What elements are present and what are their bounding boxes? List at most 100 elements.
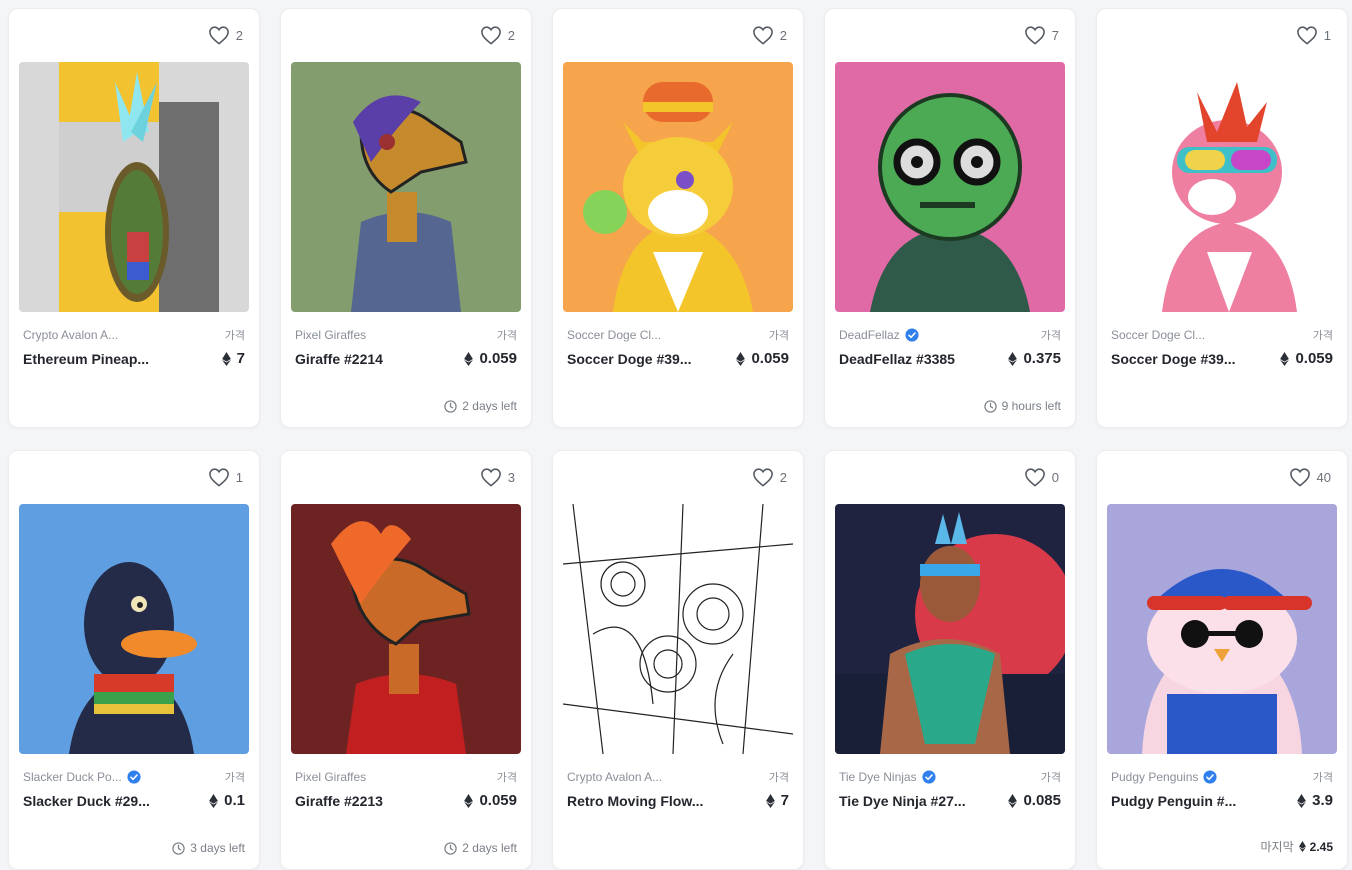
nft-card-6[interactable]: 1 Slacker Duck Po... 가격 Slacker Duck #29… <box>8 450 260 870</box>
heart-icon <box>1296 26 1317 45</box>
nft-name[interactable]: Pudgy Penguin #... <box>1111 793 1236 809</box>
price: 0.1 <box>209 792 245 809</box>
collection-link[interactable]: Pixel Giraffes <box>295 770 366 784</box>
like-count: 3 <box>507 469 515 485</box>
price-label: 가격 <box>1312 330 1333 342</box>
card-meta: Crypto Avalon A... 가격 Ethereum Pineap...… <box>23 327 245 367</box>
nft-card-1[interactable]: 2 Crypto Avalon A... 가격 Ethereum Pineap.… <box>8 8 260 428</box>
time-left: 2 days left <box>444 841 517 855</box>
slacker-duck-art <box>19 504 249 754</box>
clock-icon <box>444 841 457 855</box>
like-button[interactable]: 2 <box>752 25 787 45</box>
nft-card-10[interactable]: 40 Pudgy Penguins 가격 Pudgy Penguin #... … <box>1096 450 1348 870</box>
nft-name[interactable]: Soccer Doge #39... <box>1111 351 1236 367</box>
giraffe-purple-hair-image[interactable] <box>291 62 521 312</box>
like-button[interactable]: 2 <box>480 25 515 45</box>
nft-name[interactable]: Giraffe #2213 <box>295 793 383 809</box>
price-label: 가격 <box>224 772 245 784</box>
verified-badge-icon <box>1203 770 1217 784</box>
pineapple-artwork-image[interactable] <box>19 62 249 312</box>
like-button[interactable]: 1 <box>208 467 243 487</box>
collection-name: DeadFellaz <box>839 328 900 342</box>
card-meta: Soccer Doge Cl... 가격 Soccer Doge #39... … <box>1111 327 1333 367</box>
collection-name: Tie Dye Ninjas <box>839 770 917 784</box>
collection-link[interactable]: DeadFellaz <box>839 328 919 342</box>
heart-icon <box>1024 468 1045 487</box>
collection-link[interactable]: Pudgy Penguins <box>1111 770 1217 784</box>
card-meta: Tie Dye Ninjas 가격 Tie Dye Ninja #27... 0… <box>839 769 1061 809</box>
giraffe-fire-hair-art <box>291 504 521 754</box>
nft-grid: 2 Crypto Avalon A... 가격 Ethereum Pineap.… <box>8 8 1348 870</box>
like-button[interactable]: 0 <box>1024 467 1059 487</box>
nft-card-9[interactable]: 0 Tie Dye Ninjas 가격 Tie Dye Ninja #27...… <box>824 450 1076 870</box>
pink-doge-goggles-image[interactable] <box>1107 62 1337 312</box>
eth-icon <box>1008 793 1018 808</box>
collection-link[interactable]: Crypto Avalon A... <box>567 770 662 784</box>
like-count: 40 <box>1316 469 1331 485</box>
nft-card-5[interactable]: 1 Soccer Doge Cl... 가격 Soccer Doge #39..… <box>1096 8 1348 428</box>
like-button[interactable]: 40 <box>1289 467 1331 487</box>
price: 0.059 <box>1280 350 1333 367</box>
price-label: 가격 <box>496 772 517 784</box>
tie-dye-ninja-art <box>835 504 1065 754</box>
nft-name[interactable]: Giraffe #2214 <box>295 351 383 367</box>
card-meta: Slacker Duck Po... 가격 Slacker Duck #29..… <box>23 769 245 809</box>
green-zombie-art <box>835 62 1065 312</box>
nft-card-8[interactable]: 2 Crypto Avalon A... 가격 Retro Moving Flo… <box>552 450 804 870</box>
flowers-sketch-art <box>563 504 793 754</box>
nft-card-4[interactable]: 7 DeadFellaz 가격 DeadFellaz #3385 0.375 9… <box>824 8 1076 428</box>
tie-dye-ninja-image[interactable] <box>835 504 1065 754</box>
price-value: 0.375 <box>1023 350 1061 367</box>
price-value: 0.085 <box>1023 792 1061 809</box>
heart-icon <box>752 26 773 45</box>
card-meta: Crypto Avalon A... 가격 Retro Moving Flow.… <box>567 769 789 809</box>
like-count: 2 <box>779 27 787 43</box>
collection-name: Pudgy Penguins <box>1111 770 1199 784</box>
nft-card-7[interactable]: 3 Pixel Giraffes 가격 Giraffe #2213 0.059 … <box>280 450 532 870</box>
nft-name[interactable]: Retro Moving Flow... <box>567 793 703 809</box>
slacker-duck-image[interactable] <box>19 504 249 754</box>
heart-icon <box>752 468 773 487</box>
eth-icon <box>1298 841 1306 852</box>
collection-link[interactable]: Tie Dye Ninjas <box>839 770 936 784</box>
nft-name[interactable]: Slacker Duck #29... <box>23 793 150 809</box>
eth-icon <box>1297 793 1307 808</box>
collection-link[interactable]: Pixel Giraffes <box>295 328 366 342</box>
nft-name[interactable]: Ethereum Pineap... <box>23 351 149 367</box>
nft-name[interactable]: Soccer Doge #39... <box>567 351 692 367</box>
collection-link[interactable]: Crypto Avalon A... <box>23 328 118 342</box>
price: 0.059 <box>736 350 789 367</box>
nft-name[interactable]: DeadFellaz #3385 <box>839 351 955 367</box>
flowers-sketch-image[interactable] <box>563 504 793 754</box>
price-value: 0.059 <box>1295 350 1333 367</box>
last-sale-price: 2.45 <box>1298 839 1333 854</box>
pudgy-penguin-image[interactable] <box>1107 504 1337 754</box>
like-count: 2 <box>507 27 515 43</box>
time-left-text: 2 days left <box>462 841 517 855</box>
heart-icon <box>1024 26 1045 45</box>
giraffe-fire-hair-image[interactable] <box>291 504 521 754</box>
nft-card-3[interactable]: 2 Soccer Doge Cl... 가격 Soccer Doge #39..… <box>552 8 804 428</box>
like-count: 2 <box>235 27 243 43</box>
heart-icon <box>480 26 501 45</box>
doge-bubblegum-image[interactable] <box>563 62 793 312</box>
like-button[interactable]: 2 <box>208 25 243 45</box>
time-left: 2 days left <box>444 399 517 413</box>
verified-badge-icon <box>127 770 141 784</box>
like-button[interactable]: 3 <box>480 467 515 487</box>
card-meta: Pixel Giraffes 가격 Giraffe #2214 0.059 <box>295 327 517 367</box>
collection-link[interactable]: Soccer Doge Cl... <box>1111 328 1205 342</box>
last-sale-value: 2.45 <box>1309 839 1333 854</box>
green-zombie-image[interactable] <box>835 62 1065 312</box>
collection-link[interactable]: Soccer Doge Cl... <box>567 328 661 342</box>
like-button[interactable]: 1 <box>1296 25 1331 45</box>
nft-card-2[interactable]: 2 Pixel Giraffes 가격 Giraffe #2214 0.059 <box>280 8 532 428</box>
giraffe-purple-hair-art <box>291 62 521 312</box>
nft-name[interactable]: Tie Dye Ninja #27... <box>839 793 966 809</box>
time-left-text: 9 hours left <box>1001 399 1061 413</box>
card-meta: Pudgy Penguins 가격 Pudgy Penguin #... 3.9 <box>1111 769 1333 809</box>
like-button[interactable]: 2 <box>752 467 787 487</box>
eth-icon <box>464 351 474 366</box>
like-button[interactable]: 7 <box>1024 25 1059 45</box>
collection-link[interactable]: Slacker Duck Po... <box>23 770 141 784</box>
